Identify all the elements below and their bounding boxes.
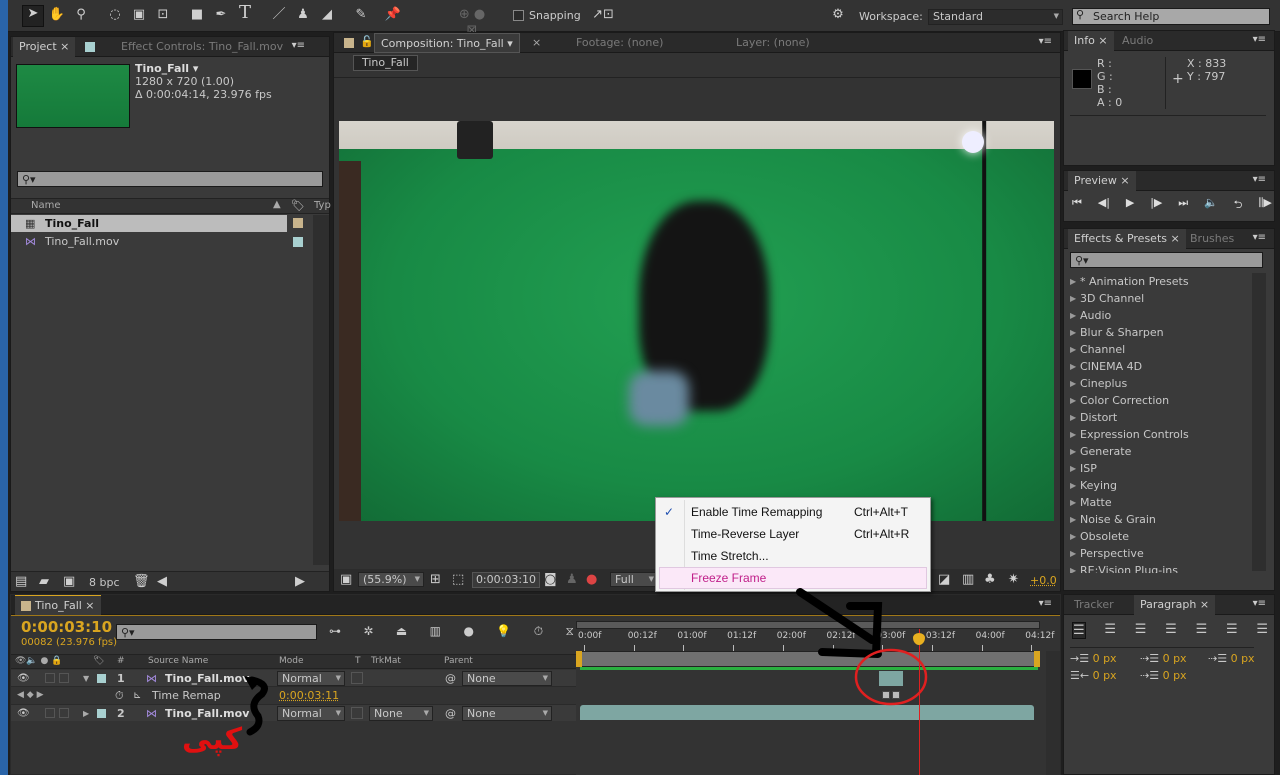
annotation-overlay xyxy=(244,588,928,736)
circle-annotation xyxy=(854,648,928,706)
annotation-text: کپی xyxy=(182,722,243,757)
arrow-annotation xyxy=(796,588,883,658)
